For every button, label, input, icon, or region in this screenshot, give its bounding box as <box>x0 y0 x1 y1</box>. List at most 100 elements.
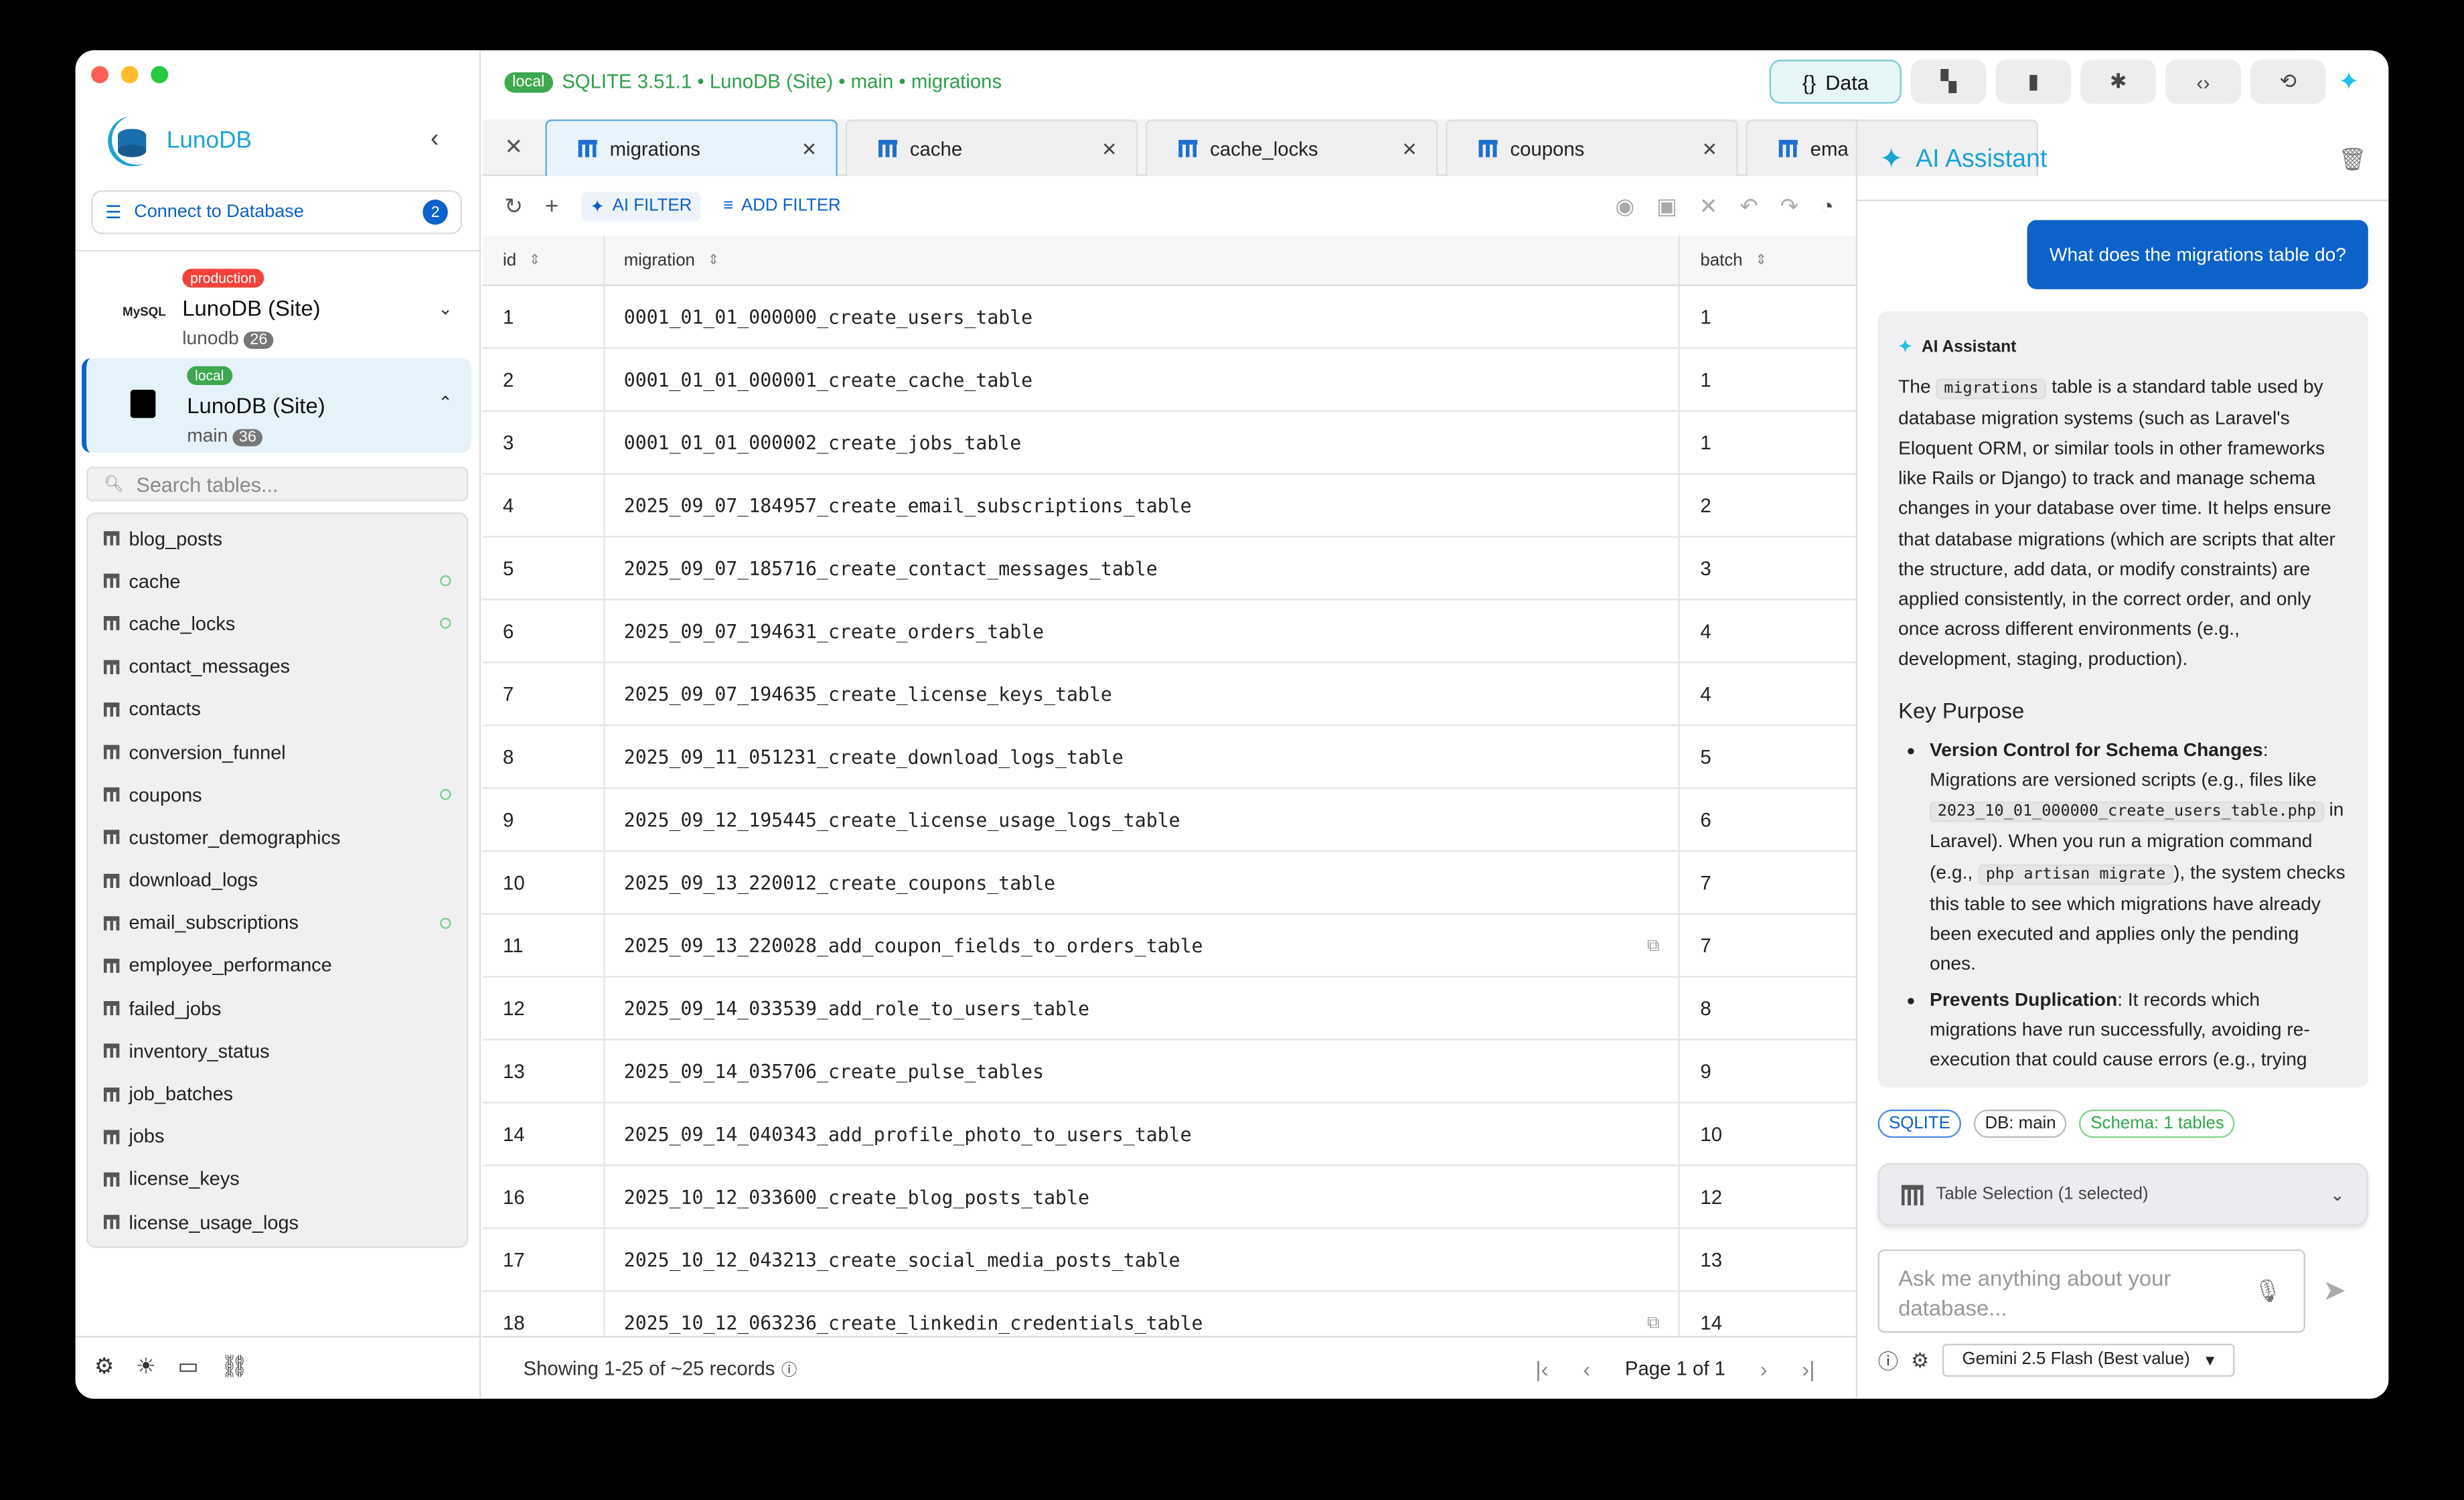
close-window-button[interactable] <box>91 66 108 84</box>
cell-id[interactable]: 14 <box>483 1103 605 1165</box>
chevron-up-icon[interactable]: ⌃ <box>438 393 453 413</box>
close-tab-icon[interactable]: ✕ <box>801 137 818 159</box>
cell-batch[interactable]: 12 <box>1680 1166 1856 1227</box>
table-row[interactable]: 1 0001_01_01_000000_create_users_table 1 <box>482 286 1856 350</box>
cell-batch[interactable]: 4 <box>1680 601 1856 662</box>
collapse-sidebar-icon[interactable]: ‹ <box>431 126 439 154</box>
table-list-item[interactable]: cache <box>88 560 467 603</box>
ai-filter-button[interactable]: ✦ AI FILTER <box>581 191 702 221</box>
cell-id[interactable]: 4 <box>483 474 605 536</box>
undo-icon[interactable]: ↶ <box>1740 193 1758 220</box>
disconnect-icon[interactable]: ⛓ <box>220 1353 248 1383</box>
sort-icon[interactable]: ⇕ <box>708 252 720 269</box>
add-row-icon[interactable]: + <box>545 193 559 220</box>
table-row[interactable]: 8 2025_09_11_051231_create_download_logs_… <box>482 726 1856 790</box>
cell-id[interactable]: 5 <box>483 537 605 599</box>
table-list-item[interactable]: contacts <box>88 688 467 731</box>
tab-migrations[interactable]: migrations ✕ <box>545 119 838 176</box>
code-view-button[interactable]: ‹› <box>2165 60 2241 104</box>
table-row[interactable]: 16 2025_10_12_033600_create_blog_posts_ta… <box>482 1166 1856 1229</box>
preview-icon[interactable]: ◉ <box>1615 193 1634 220</box>
tab-cache[interactable]: cache ✕ <box>845 119 1138 176</box>
open-external-icon[interactable]: ⧉ <box>1647 934 1659 956</box>
close-tab-icon[interactable]: ✕ <box>1101 137 1118 159</box>
chevron-down-icon[interactable]: ⌄ <box>438 299 453 319</box>
table-row[interactable]: 14 2025_09_14_040343_add_profile_photo_to… <box>482 1103 1856 1167</box>
cell-migration[interactable]: 2025_09_13_220028_add_coupon_fields_to_o… <box>605 914 1680 976</box>
cell-migration[interactable]: 0001_01_01_000002_create_jobs_table <box>605 411 1680 473</box>
table-row[interactable]: 9 2025_09_12_195445_create_license_usage_… <box>482 789 1856 852</box>
table-row[interactable]: 3 0001_01_01_000002_create_jobs_table 1 <box>482 411 1856 475</box>
cell-migration[interactable]: 2025_09_14_040343_add_profile_photo_to_u… <box>605 1103 1680 1165</box>
table-list-item[interactable]: license_keys <box>88 1158 467 1201</box>
table-row[interactable]: 13 2025_09_14_035706_create_pulse_tables 9 <box>482 1040 1856 1104</box>
table-list-item[interactable]: coupons <box>88 773 467 816</box>
add-filter-button[interactable]: ≡ ADD FILTER <box>723 196 841 215</box>
table-list-item[interactable]: inventory_status <box>88 1030 467 1073</box>
table-list-item[interactable]: jobs <box>88 1115 467 1158</box>
table-list-item[interactable]: job_batches <box>88 1073 467 1116</box>
prev-page-icon[interactable]: ‹ <box>1583 1355 1590 1381</box>
discard-icon[interactable]: ✕ <box>1699 193 1718 220</box>
cell-batch[interactable]: 13 <box>1680 1229 1856 1290</box>
table-row[interactable]: 4 2025_09_07_184957_create_email_subscrip… <box>482 474 1856 538</box>
data-view-button[interactable]: {} Data <box>1769 60 1902 104</box>
cell-migration[interactable]: 0001_01_01_000000_create_users_table <box>605 286 1680 348</box>
connection-item-production[interactable]: MySQL production LunoDB (Site) lunodb 26 … <box>82 264 471 358</box>
column-header-id[interactable]: id ⇕ <box>483 236 605 285</box>
terminal-icon[interactable]: ▭ <box>177 1353 198 1383</box>
connection-item-local[interactable]: local LunoDB (Site) main 36 ⌃ <box>82 358 472 453</box>
cell-migration[interactable]: 0001_01_01_000001_create_cache_table <box>605 349 1680 410</box>
column-header-batch[interactable]: batch ⇕ <box>1680 236 1856 285</box>
cell-migration[interactable]: 2025_09_07_185716_create_contact_message… <box>605 537 1680 599</box>
first-page-icon[interactable]: |‹ <box>1535 1355 1549 1381</box>
cell-id[interactable]: 11 <box>483 914 605 976</box>
close-tab-icon[interactable]: ✕ <box>1401 137 1417 159</box>
column-header-migration[interactable]: migration ⇕ <box>605 236 1680 285</box>
cell-batch[interactable]: 1 <box>1680 412 1856 473</box>
cell-id[interactable]: 2 <box>483 349 605 410</box>
cell-batch[interactable]: 7 <box>1680 852 1856 913</box>
table-search-input[interactable]: 🔍︎ Search tables... <box>86 467 469 502</box>
cell-id[interactable]: 10 <box>483 852 605 913</box>
close-tab-icon[interactable]: ✕ <box>1702 137 1718 159</box>
schema-view-button[interactable]: ▚ <box>1910 60 1987 104</box>
cell-id[interactable]: 12 <box>483 977 605 1039</box>
open-external-icon[interactable]: ⧉ <box>1647 1312 1659 1334</box>
chart-view-button[interactable]: ▮ <box>1995 60 2072 104</box>
cell-migration[interactable]: 2025_10_12_063236_create_linkedin_creden… <box>605 1292 1680 1336</box>
cell-id[interactable]: 16 <box>483 1166 605 1227</box>
send-icon[interactable]: ➤ <box>2323 1274 2346 1307</box>
connect-database-button[interactable]: ☰ Connect to Database 2 <box>91 190 463 234</box>
next-page-icon[interactable]: › <box>1760 1355 1768 1381</box>
sort-icon[interactable]: ⇕ <box>529 252 541 269</box>
ai-assistant-toggle-icon[interactable]: ✦ <box>2338 66 2359 98</box>
table-list-item[interactable]: blog_posts <box>88 517 467 560</box>
performance-icon[interactable]: ◔ <box>1821 193 1834 220</box>
cell-batch[interactable]: 4 <box>1680 663 1856 725</box>
cell-batch[interactable]: 3 <box>1680 538 1856 599</box>
table-row[interactable]: 12 2025_09_14_033539_add_role_to_users_ta… <box>482 977 1856 1041</box>
table-list-item[interactable]: employee_performance <box>88 944 467 987</box>
table-row[interactable]: 10 2025_09_13_220012_create_coupons_table… <box>482 852 1856 915</box>
save-icon[interactable]: ▣ <box>1657 193 1677 220</box>
table-row[interactable]: 5 2025_09_07_185716_create_contact_messag… <box>482 537 1856 601</box>
cell-batch[interactable]: 2 <box>1680 475 1856 536</box>
cell-batch[interactable]: 6 <box>1680 789 1856 850</box>
trash-icon[interactable]: 🗑︎ <box>2339 146 2367 173</box>
settings-icon[interactable]: ⚙ <box>94 1353 114 1383</box>
cell-id[interactable]: 3 <box>483 411 605 473</box>
table-row[interactable]: 17 2025_10_12_043213_create_social_media_… <box>482 1229 1856 1292</box>
cell-migration[interactable]: 2025_09_12_195445_create_license_usage_l… <box>605 789 1680 850</box>
cell-id[interactable]: 13 <box>483 1040 605 1102</box>
tab-coupons[interactable]: coupons ✕ <box>1446 119 1738 176</box>
table-row[interactable]: 18 2025_10_12_063236_create_linkedin_cred… <box>483 1292 1856 1336</box>
table-list-item[interactable]: failed_jobs <box>88 987 467 1030</box>
table-row[interactable]: 6 2025_09_07_194631_create_orders_table 4 <box>482 600 1856 664</box>
cell-batch[interactable]: 1 <box>1680 349 1856 410</box>
microphone-icon[interactable]: 🎙︎ <box>2254 1276 2282 1306</box>
info-icon[interactable]: ⓘ <box>1878 1345 1899 1375</box>
chat-input[interactable]: Ask me anything about your database... 🎙︎ <box>1877 1249 2305 1333</box>
table-list-item[interactable]: email_subscriptions <box>88 901 467 944</box>
table-row[interactable]: 2 0001_01_01_000001_create_cache_table 1 <box>482 349 1856 412</box>
